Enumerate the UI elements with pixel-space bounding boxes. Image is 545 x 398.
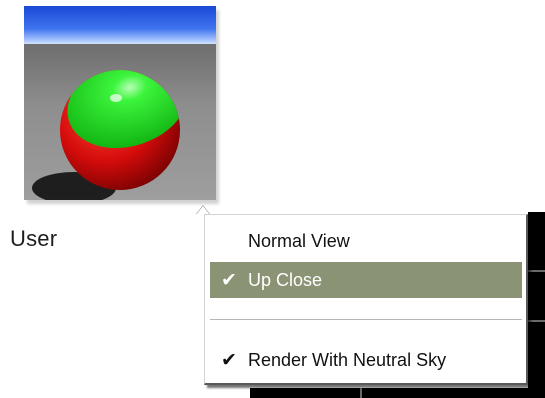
checkmark-icon: ✔: [221, 349, 237, 371]
checkmark-icon: ✔: [221, 269, 237, 291]
material-preview-thumbnail[interactable]: [24, 6, 216, 200]
menu-item-render-with-neutral-sky[interactable]: ✔ Render With Neutral Sky: [210, 342, 522, 378]
background-divider: [528, 270, 545, 272]
menu-separator: [210, 319, 522, 321]
menu-item-normal-view[interactable]: Normal View: [210, 223, 522, 259]
preview-context-menu: Normal View ✔ Up Close ✔ Render With Neu…: [204, 214, 528, 385]
swatch-name-label: User: [10, 226, 58, 251]
background-panel: [528, 212, 545, 398]
sphere-preview-image: [24, 6, 216, 200]
menu-item-label: Normal View: [248, 230, 350, 251]
menu-item-label: Up Close: [248, 269, 323, 290]
background-panel-bottom: [250, 388, 545, 398]
background-divider: [528, 320, 545, 322]
menu-item-label: Render With Neutral Sky: [248, 349, 447, 370]
menu-item-up-close[interactable]: ✔ Up Close: [210, 262, 522, 298]
background-divider: [360, 388, 362, 398]
